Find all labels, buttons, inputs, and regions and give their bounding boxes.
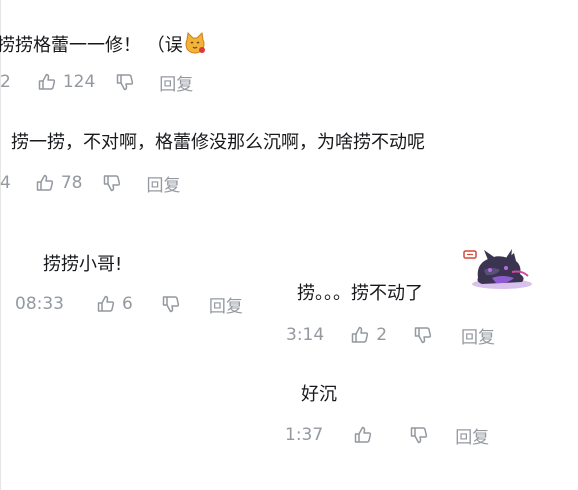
comment-meta: 3:14 2 回复 <box>286 323 495 348</box>
thumbs-up-icon <box>97 295 115 312</box>
reply-button[interactable]: 回复 <box>455 423 489 448</box>
comment-content: 捞一捞，不对啊，格蕾修没那么沉啊，为啥捞不动呢 <box>11 132 425 154</box>
thumbs-up-icon <box>351 326 369 343</box>
comment-content: 捞捞小哥! <box>43 254 122 276</box>
dislike-button[interactable] <box>102 173 122 193</box>
like-button[interactable]: 6 <box>96 294 133 314</box>
thumbs-down-icon <box>117 74 134 91</box>
comment-time: 2 <box>0 72 11 92</box>
comment-content: 捞捞格蕾一一修！ （误 <box>0 31 207 57</box>
like-button[interactable]: 124 <box>37 72 95 92</box>
like-count: 78 <box>60 173 83 193</box>
comment-text: 捞捞小哥! <box>43 254 123 275</box>
dislike-button[interactable] <box>115 72 135 92</box>
reply-button[interactable]: 回复 <box>146 171 180 196</box>
like-count: 124 <box>62 72 96 92</box>
cat-emoji-icon <box>185 31 205 54</box>
thumbs-down-icon <box>414 327 432 344</box>
comment-meta: 08:33 6 回复 <box>15 292 243 317</box>
like-count: 2 <box>376 325 388 345</box>
thumbs-down-icon <box>410 427 428 444</box>
thumbs-down-icon <box>162 296 179 313</box>
comment-text: 好沉 <box>301 384 337 405</box>
thumbs-down-icon <box>104 175 121 192</box>
comment-meta: 4 78 回复 <box>0 171 180 196</box>
sticker-image <box>463 249 532 289</box>
comment-text: 捞。。。捞不动了 <box>297 283 423 304</box>
like-button[interactable]: 2 <box>350 325 387 345</box>
reply-button[interactable]: 回复 <box>159 70 193 95</box>
like-button[interactable]: 78 <box>35 173 83 193</box>
like-count: 6 <box>122 294 133 314</box>
thumbs-up-icon <box>36 174 53 191</box>
dislike-button[interactable] <box>409 425 429 445</box>
dislike-button[interactable] <box>413 325 433 345</box>
reply-button[interactable]: 回复 <box>209 292 243 317</box>
thumbs-up-icon <box>38 73 55 90</box>
comment-time: 4 <box>0 173 11 193</box>
comment-text: 捞一捞，不对啊，格蕾修没那么沉啊，为啥捞不动呢 <box>11 132 425 153</box>
like-button[interactable] <box>353 425 379 445</box>
comment-content: 捞。。。捞不动了 <box>297 283 423 305</box>
comment-meta: 2 124 回复 <box>0 70 193 95</box>
comment-content: 好沉 <box>301 384 337 406</box>
comment-time: 08:33 <box>15 294 64 314</box>
comment-text: 捞捞格蕾一一修！ （误 <box>0 35 183 56</box>
comment-meta: 1:37 回复 <box>285 423 489 448</box>
comment-thread: 捞捞格蕾一一修！ （误 2 124 回复 捞一捞，不对啊，格蕾修没那么沉啊，为啥… <box>0 0 578 490</box>
thumbs-up-icon <box>354 426 372 443</box>
comment-time: 3:14 <box>286 325 325 345</box>
reply-button[interactable]: 回复 <box>461 323 495 348</box>
comment-time: 1:37 <box>285 425 324 445</box>
dislike-button[interactable] <box>161 294 181 314</box>
